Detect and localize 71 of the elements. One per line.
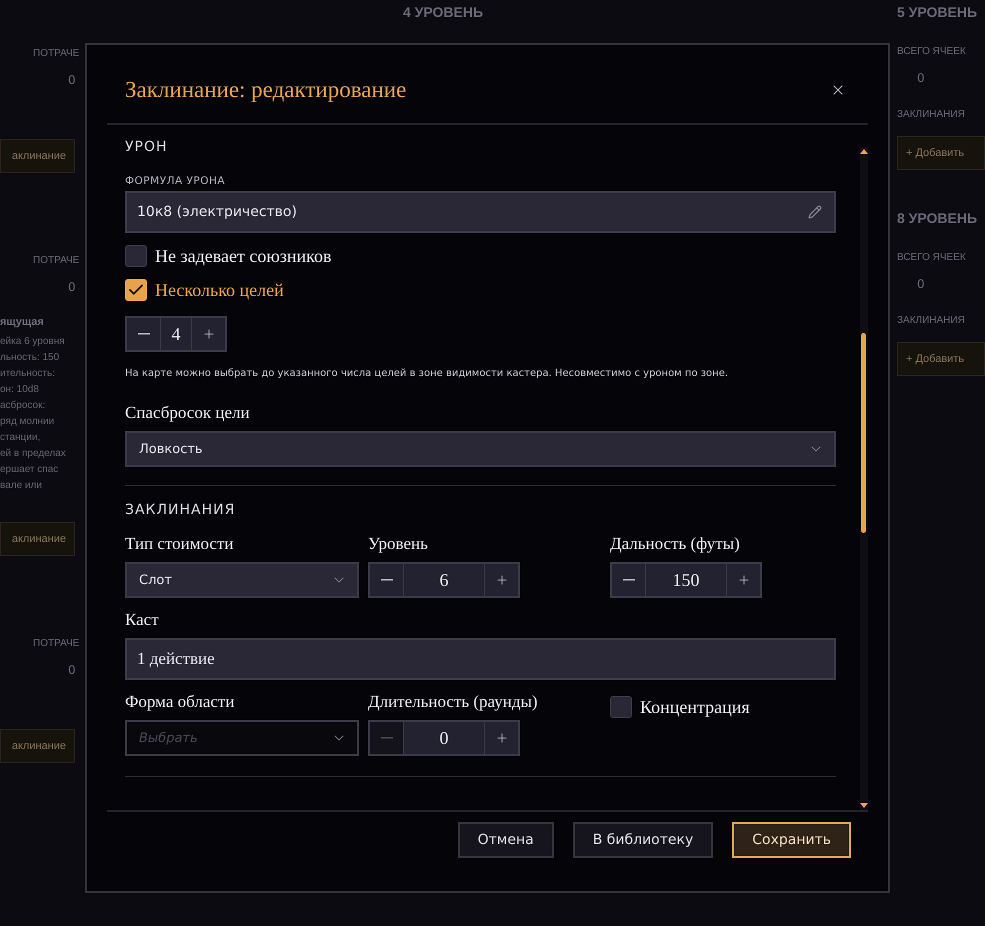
select-field[interactable]: Ловкость (125, 431, 836, 467)
spell-detail: ейка 6 уровня (0, 335, 66, 349)
field-label: Уровень (368, 534, 429, 554)
minus-icon (622, 579, 634, 581)
section-heading: УРОН (125, 139, 169, 155)
number-stepper[interactable]: 150 (610, 562, 762, 598)
checkbox-label: Не задевает союзников (155, 246, 332, 266)
stat-label: ПОТРАЧЕ (33, 48, 80, 59)
field-label: Тип стоимости (125, 534, 235, 554)
field-label: Длительность (раунды) (368, 692, 539, 712)
minus-icon (380, 579, 392, 581)
plus-icon (736, 573, 750, 587)
plus-icon (494, 731, 508, 745)
spell-detail: льность: 150 (0, 351, 60, 365)
number-stepper[interactable]: 0 (368, 720, 520, 756)
dialog-button[interactable]: В библиотеку (572, 822, 714, 858)
dialog-button[interactable]: Сохранить (732, 822, 851, 858)
scroll-down-arrow-icon[interactable] (860, 803, 868, 808)
text-field[interactable]: 1 действие (125, 638, 836, 680)
plus-icon (202, 327, 216, 341)
checkbox[interactable] (610, 696, 632, 718)
stat-label: ЗАКЛИНАНИЯ (897, 109, 966, 120)
text-field[interactable]: 10к8 (электричество) (125, 191, 836, 233)
pencil-icon (808, 205, 822, 219)
stat-value: 0 (917, 71, 926, 85)
section-heading: ЗАКЛИНАНИЯ (125, 502, 236, 518)
minus-icon (138, 333, 150, 335)
stat-value: 0 (68, 280, 77, 294)
add-spell-button[interactable]: аклинание (0, 522, 75, 556)
scroll-up-arrow-icon[interactable] (860, 149, 868, 154)
stat-label: ВСЕГО ЯЧЕЕК (897, 252, 967, 263)
dialog-button[interactable]: Отмена (458, 822, 554, 858)
stat-value: 0 (68, 73, 77, 87)
level-heading: 5 УРОВЕНЬ (897, 4, 978, 20)
add-spell-button[interactable]: + Добавить (897, 342, 985, 376)
field-label: Спасбросок цели (125, 403, 251, 423)
field-label: Форма области (125, 692, 236, 712)
spell-detail: ершает спас (0, 463, 60, 477)
spell-detail: асбросок: (0, 399, 46, 413)
spell-detail: вале или (0, 479, 43, 493)
stat-label: ВСЕГО ЯЧЕЕК (897, 46, 967, 57)
field-label: Дальность (футы) (610, 534, 741, 554)
stat-label: ЗАКЛИНАНИЯ (897, 315, 966, 326)
level-heading: 8 УРОВЕНЬ (897, 210, 978, 226)
add-spell-button[interactable]: аклинание (0, 139, 75, 173)
checkbox-label: Концентрация (640, 696, 750, 718)
spell-detail: станции, (0, 431, 42, 445)
number-stepper[interactable]: 6 (368, 562, 520, 598)
plus-icon (494, 573, 508, 587)
checkbox-label: Несколько целей (155, 280, 284, 300)
spell-detail: ей в пределах (0, 447, 67, 461)
field-label: ФОРМУЛА УРОНА (125, 175, 226, 187)
add-spell-button[interactable]: + Добавить (897, 136, 985, 170)
spell-detail: ительность: (0, 367, 56, 381)
level-heading: 4 УРОВЕНЬ (403, 4, 484, 20)
checkbox[interactable] (125, 279, 147, 301)
dialog-title: Заклинание: редактирование (125, 77, 406, 103)
spell-detail: он: 10d8 (0, 383, 40, 397)
hint-text: На карте можно выбрать до указанного числа целей в зоне видимости кастера. Несовместимо с уроном по зоне. (125, 368, 730, 379)
add-spell-button[interactable]: аклинание (0, 729, 75, 763)
stat-value: 0 (917, 277, 926, 291)
stat-label: ПОТРАЧЕ (33, 255, 80, 266)
stat-label: ПОТРАЧЕ (33, 638, 80, 649)
spell-title: ящущая (0, 316, 45, 328)
number-stepper[interactable]: 4 (125, 316, 227, 352)
select-field[interactable]: Слот (125, 562, 359, 598)
field-label: Каст (125, 610, 160, 630)
spell-detail: ряд молнии (0, 415, 56, 429)
checkbox[interactable] (125, 245, 147, 267)
minus-icon (380, 737, 392, 739)
stat-value: 0 (68, 663, 77, 677)
